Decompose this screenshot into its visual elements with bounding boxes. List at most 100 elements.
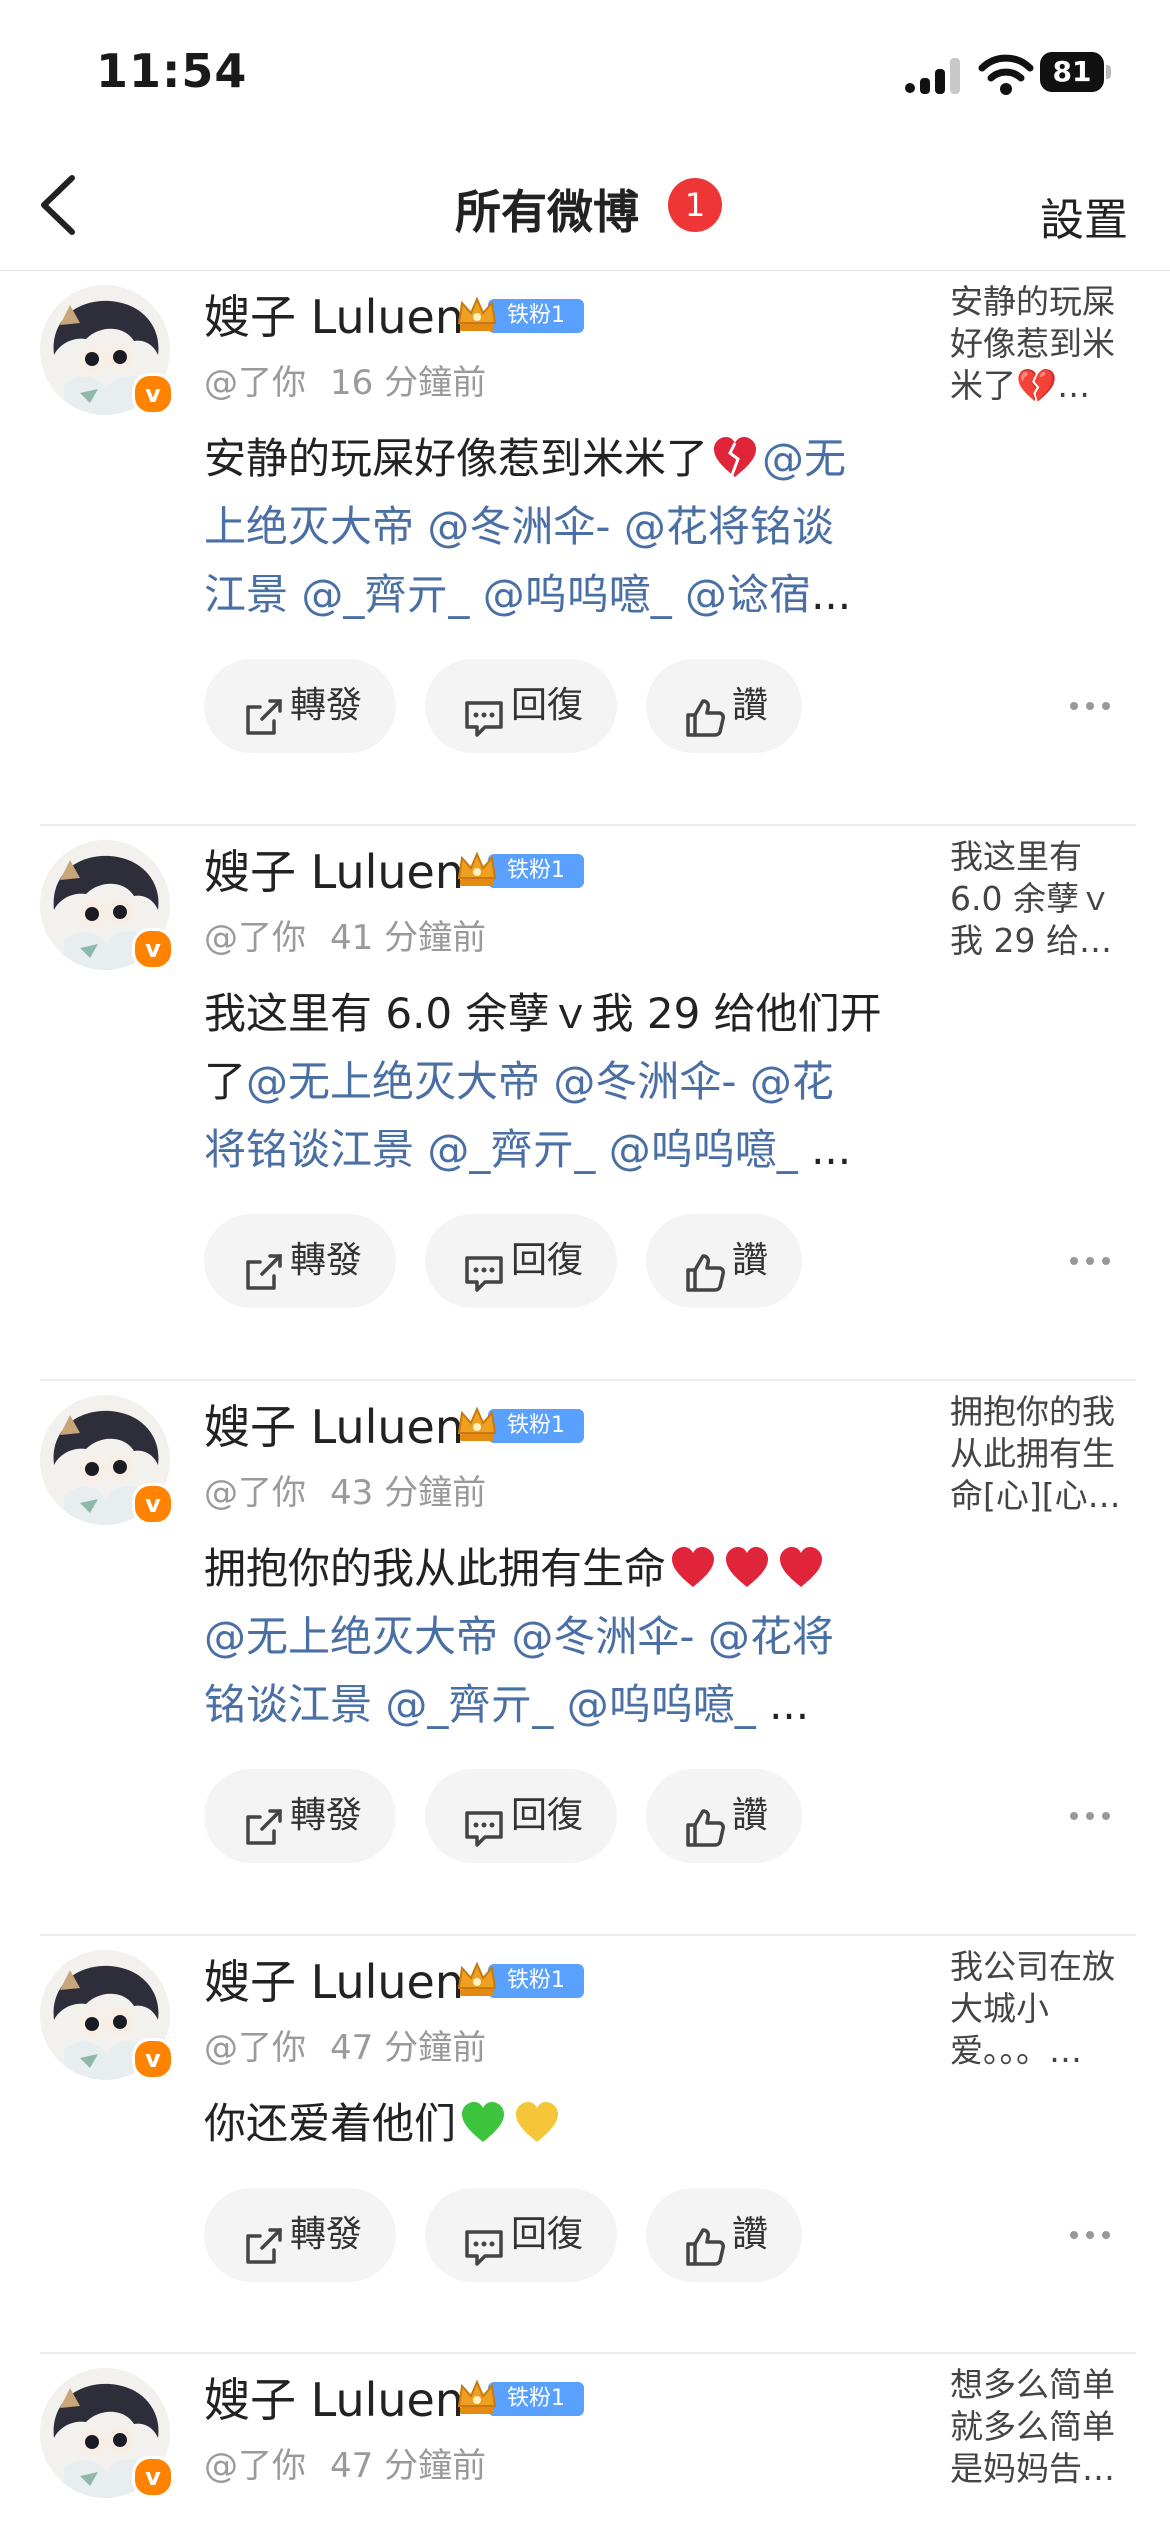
more-options-icon[interactable]	[1066, 696, 1114, 716]
crown-icon	[454, 846, 500, 892]
like-icon	[682, 2212, 728, 2266]
like-button[interactable]: 讚	[646, 659, 802, 753]
yellow-heart-icon	[514, 2098, 560, 2144]
original-post-preview[interactable]: 想多么简单 就多么简单 是妈妈告…	[950, 2364, 1134, 2490]
reply-button-label: 回復	[511, 2214, 584, 2255]
mention-link[interactable]: @无	[762, 434, 846, 483]
post-time: 47 分鐘前	[330, 2028, 487, 2068]
username[interactable]: 嫂子 Luluen	[204, 836, 464, 902]
green-heart-icon	[460, 2098, 506, 2144]
post-time: 16 分鐘前	[330, 363, 487, 403]
status-bar: 11:54 81	[0, 0, 1170, 140]
back-chevron-icon[interactable]	[30, 170, 90, 240]
reply-button[interactable]: 回復	[425, 2188, 617, 2282]
like-button[interactable]: 讚	[646, 1214, 802, 1308]
like-button[interactable]: 讚	[646, 2188, 802, 2282]
like-button-label: 讚	[732, 1795, 769, 1836]
original-post-preview[interactable]: 安静的玩屎 好像惹到米 米了💔…	[950, 281, 1134, 407]
verified-badge-icon: v	[132, 2456, 174, 2498]
cellular-signal-icon	[905, 58, 960, 94]
content-line: 上绝灭大帝 @冬洲伞- @花将铭谈	[204, 493, 904, 561]
content-line: 我这里有 6.0 余孽ｖ我 29 给他们开	[204, 980, 904, 1048]
post-time: 47 分鐘前	[330, 2446, 487, 2486]
repost-button-label: 轉發	[290, 2214, 363, 2255]
fan-level-label: 铁粉1	[488, 2382, 584, 2416]
repost-button[interactable]: 轉發	[204, 659, 396, 753]
preview-line: 好像惹到米	[950, 324, 1115, 363]
feed-post: v 嫂子 Luluen 铁粉1 @了你 47 分鐘前 我公司在放 大城小 爱。。。… 你还爱着他…	[0, 1936, 1170, 2354]
repost-icon	[240, 683, 286, 735]
username[interactable]: 嫂子 Luluen	[204, 1391, 464, 1457]
reply-button[interactable]: 回復	[425, 1214, 617, 1308]
red-heart-icon	[724, 1543, 770, 1589]
page-title[interactable]: 所有微博	[455, 176, 639, 242]
content-line: 拥抱你的我从此拥有生命	[204, 1535, 904, 1603]
more-options-icon[interactable]	[1066, 2225, 1114, 2245]
mention-prefix: @了你	[204, 363, 306, 403]
content-text: 我这里有 6.0 余孽ｖ我 29 给他们开	[204, 989, 882, 1038]
verified-badge-icon: v	[132, 2038, 174, 2080]
post-time: 43 分鐘前	[330, 1473, 487, 1513]
unread-badge: 1	[668, 178, 722, 232]
broken-heart-icon	[712, 433, 758, 479]
battery-level: 81	[1052, 55, 1092, 88]
repost-button-label: 轉發	[290, 685, 363, 726]
post-content[interactable]: 你还爱着他们	[204, 2090, 904, 2158]
like-icon	[682, 1793, 728, 1847]
original-post-preview[interactable]: 拥抱你的我 从此拥有生 命[心][心…	[950, 1391, 1134, 1517]
mention-link[interactable]: 上绝灭大帝 @冬洲伞- @花将铭谈	[204, 502, 834, 551]
red-heart-icon	[670, 1543, 716, 1589]
repost-button[interactable]: 轉發	[204, 1214, 396, 1308]
repost-button-label: 轉發	[290, 1240, 363, 1281]
preview-line: 我这里有	[950, 837, 1082, 876]
settings-button[interactable]: 設置	[1040, 184, 1128, 248]
fan-level-label: 铁粉1	[488, 854, 584, 888]
post-meta: @了你 16 分鐘前	[204, 355, 486, 404]
repost-button[interactable]: 轉發	[204, 1769, 396, 1863]
nav-bar: 所有微博 1 設置	[0, 140, 1170, 271]
username[interactable]: 嫂子 Luluen	[204, 2364, 464, 2430]
mention-prefix: @了你	[204, 2028, 306, 2068]
original-post-preview[interactable]: 我这里有 6.0 余孽ｖ 我 29 给…	[950, 836, 1134, 962]
post-meta: @了你 41 分鐘前	[204, 910, 486, 959]
more-options-icon[interactable]	[1066, 1251, 1114, 1271]
content-text: ...	[811, 1125, 852, 1174]
post-content[interactable]: 拥抱你的我从此拥有生命 @无上绝灭大帝 @冬洲伞- @花将 铭谈江景 @_齊亓_ @…	[204, 1535, 904, 1739]
like-button[interactable]: 讚	[646, 1769, 802, 1863]
more-options-icon[interactable]	[1066, 1806, 1114, 1826]
post-content[interactable]: 我这里有 6.0 余孽ｖ我 29 给他们开了@无上绝灭大帝 @冬洲伞- @花将铭…	[204, 980, 904, 1184]
reply-button[interactable]: 回復	[425, 1769, 617, 1863]
preview-line: 想多么简单	[950, 2365, 1115, 2404]
mention-link[interactable]: @无上绝灭大帝 @冬洲伞- @花	[246, 1057, 834, 1106]
mention-link[interactable]: 江景 @_齊亓_ @呜呜噫_ @谂宿	[204, 570, 811, 619]
mention-prefix: @了你	[204, 918, 306, 958]
reply-button-label: 回復	[511, 685, 584, 726]
preview-line: 米了💔…	[950, 366, 1091, 405]
reply-icon	[461, 1238, 507, 1292]
crown-icon	[454, 291, 500, 337]
post-meta: @了你 47 分鐘前	[204, 2438, 486, 2487]
crown-icon	[454, 1401, 500, 1447]
original-post-preview[interactable]: 我公司在放 大城小 爱。。。…	[950, 1946, 1134, 2072]
fan-level-label: 铁粉1	[488, 1409, 584, 1443]
content-line: 了@无上绝灭大帝 @冬洲伞- @花	[204, 1048, 904, 1116]
mention-link[interactable]: 将铭谈江景 @_齊亓_ @呜呜噫_	[204, 1125, 811, 1174]
preview-line: 爱。。。…	[950, 2031, 1082, 2070]
mention-feed: v 嫂子 Luluen 铁粉1 @了你 16 分鐘前 安静的玩屎 好像惹到米 米了💔… 安静的玩…	[0, 271, 1170, 2532]
reply-icon	[461, 2212, 507, 2266]
mention-link[interactable]: @无上绝灭大帝 @冬洲伞- @花将	[204, 1612, 834, 1661]
content-text: 你还爱着他们	[204, 2099, 457, 2148]
mention-link[interactable]: 铭谈江景 @_齊亓_ @呜呜噫_	[204, 1680, 769, 1729]
crown-icon	[454, 2374, 500, 2420]
repost-button[interactable]: 轉發	[204, 2188, 396, 2282]
post-content[interactable]: 安静的玩屎好像惹到米米了 @无 上绝灭大帝 @冬洲伞- @花将铭谈 江景 @_齊亓_ …	[204, 425, 904, 629]
like-icon	[682, 683, 728, 737]
reply-icon	[461, 1793, 507, 1847]
wifi-icon	[978, 54, 1034, 95]
username[interactable]: 嫂子 Luluen	[204, 1946, 464, 2012]
post-meta: @了你 47 分鐘前	[204, 2020, 486, 2069]
preview-line: 我公司在放	[950, 1947, 1115, 1986]
preview-line: 安静的玩屎	[950, 282, 1115, 321]
reply-button[interactable]: 回復	[425, 659, 617, 753]
username[interactable]: 嫂子 Luluen	[204, 281, 464, 347]
